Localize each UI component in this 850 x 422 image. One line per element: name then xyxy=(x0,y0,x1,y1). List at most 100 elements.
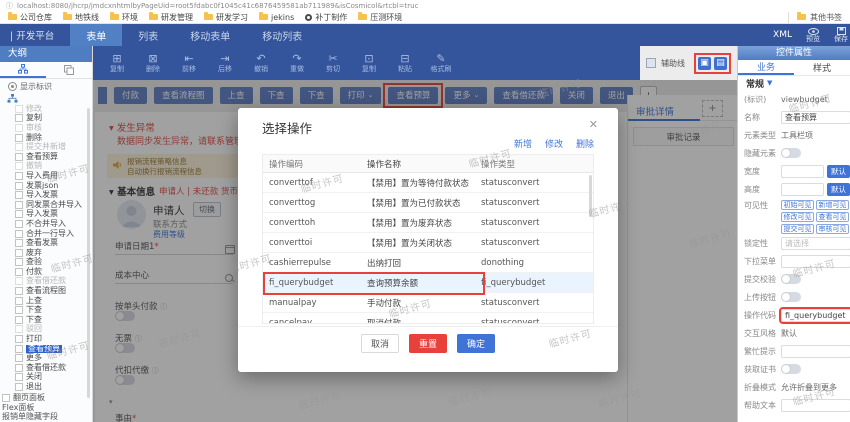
outline-item[interactable]: 查验 xyxy=(15,258,92,268)
property-field-row: 繁忙提示 xyxy=(738,342,850,360)
field-input[interactable] xyxy=(781,399,850,412)
close-icon[interactable]: ✕ xyxy=(589,118,598,131)
visibility-option-button[interactable]: 初始可见 xyxy=(781,200,814,210)
toolbar-tool-button[interactable]: ⊟ 粘贴 xyxy=(387,53,423,73)
dialog-button[interactable]: 确定 xyxy=(457,334,495,353)
dialog-link[interactable]: 删除 xyxy=(576,137,594,150)
table-row[interactable]: converttoi 【禁用】置为关闭状态 statusconvert xyxy=(263,233,593,253)
bookmark-item[interactable]: 压测环境 xyxy=(358,12,402,23)
field-toggle[interactable] xyxy=(781,292,801,302)
visibility-option-button[interactable]: 审核可见 xyxy=(816,224,849,234)
outline-item[interactable]: 驳回 xyxy=(15,325,92,335)
outline-item[interactable]: 打印 xyxy=(15,334,92,344)
xml-button[interactable]: XML xyxy=(773,30,792,40)
nav-tab[interactable]: 列表 xyxy=(122,24,174,46)
outline-root-node[interactable] xyxy=(0,93,92,104)
field-toggle[interactable] xyxy=(781,148,801,158)
outline-item[interactable]: 查看发票 xyxy=(15,238,92,248)
field-input[interactable]: fi_querybudget xyxy=(781,309,850,322)
panel-tab[interactable]: 业务 xyxy=(738,60,794,75)
outline-item[interactable]: 更多 xyxy=(15,353,92,363)
outline-item[interactable]: 导入发票 xyxy=(15,210,92,220)
toolbar-tool-button[interactable]: ✎ 格式刷 xyxy=(423,53,459,73)
outline-panel-item[interactable]: 报销单隐藏字段 xyxy=(0,412,93,422)
visibility-option-button[interactable]: 修改可见 xyxy=(781,212,814,222)
outline-item[interactable]: 导入费用 xyxy=(15,171,92,181)
table-row[interactable]: converttog 【禁用】置为已付款状态 statusconvert xyxy=(263,193,593,213)
guide-lines-checkbox[interactable] xyxy=(646,58,656,68)
panel-tab[interactable]: 样式 xyxy=(794,60,850,75)
dialog-link[interactable]: 修改 xyxy=(545,137,563,150)
nav-tab[interactable]: 移动表单 xyxy=(174,24,246,46)
table-row[interactable]: manualpay 手动付款 statusconvert xyxy=(263,293,593,313)
toolbar-tool-button[interactable]: ⊠ 删除 xyxy=(135,53,171,73)
sidebar-scrollbar[interactable] xyxy=(87,108,90,398)
outline-item[interactable]: 删除 xyxy=(15,133,92,143)
outline-item[interactable]: 提交并新增 xyxy=(15,142,92,152)
dialog-link[interactable]: 新增 xyxy=(514,137,532,150)
bookmark-item[interactable]: 研发管理 xyxy=(149,12,193,23)
outline-item[interactable]: 导入发票 xyxy=(15,190,92,200)
nav-tab[interactable]: 移动列表 xyxy=(246,24,318,46)
toolbar-tool-button[interactable]: ⇥ 后移 xyxy=(207,53,243,73)
toolbar-tool-button[interactable]: ✂ 剪切 xyxy=(315,53,351,73)
field-toggle[interactable] xyxy=(781,364,801,374)
table-row[interactable]: cancelpay 取消付款 statusconvert xyxy=(263,313,593,324)
field-input[interactable] xyxy=(781,345,850,358)
default-button[interactable]: 默认 xyxy=(827,183,850,196)
toolbar-tool-button[interactable]: ⊡ 复制 xyxy=(351,53,387,73)
outline-item[interactable]: 不合并导入 xyxy=(15,219,92,229)
toolbar-tool-button[interactable]: ↷ 重做 xyxy=(279,53,315,73)
default-button[interactable]: 默认 xyxy=(827,165,850,178)
bookmark-item[interactable]: 地铁线 xyxy=(63,12,99,23)
outline-item[interactable]: 发票json xyxy=(15,181,92,191)
outline-item[interactable]: 合并一行导入 xyxy=(15,229,92,239)
form-view-icon-button[interactable]: ▤ xyxy=(714,57,727,70)
toolbar-tool-button[interactable]: ↶ 撤销 xyxy=(243,53,279,73)
outline-item[interactable]: 查看预算 xyxy=(15,344,92,354)
bookmark-item[interactable]: 环境 xyxy=(110,12,138,23)
visibility-option-button[interactable]: 查看可见 xyxy=(816,212,849,222)
table-row[interactable]: converttoh 【禁用】置为废弃状态 statusconvert xyxy=(263,213,593,233)
outline-item[interactable]: 下查 xyxy=(15,305,92,315)
bookmark-item[interactable]: 公司仓库 xyxy=(8,12,52,23)
field-input[interactable] xyxy=(781,183,824,196)
dialog-button[interactable]: 重置 xyxy=(409,334,447,353)
save-button[interactable]: 保存 xyxy=(834,27,848,43)
show-identifier-row[interactable]: 显示标识 xyxy=(0,79,92,93)
preview-button[interactable]: 预览 xyxy=(806,28,820,43)
field-toggle[interactable] xyxy=(781,274,801,284)
outline-item[interactable]: 查看借还款 xyxy=(15,277,92,287)
outline-item[interactable]: 关闭 xyxy=(15,373,92,383)
outline-item[interactable]: 撤销 xyxy=(15,162,92,172)
table-scrollbar[interactable] xyxy=(589,175,592,217)
outline-item[interactable]: 审核 xyxy=(15,123,92,133)
field-input[interactable] xyxy=(781,255,850,268)
outline-item[interactable]: 退出 xyxy=(15,382,92,392)
grid-view-icon-button[interactable]: ▣ xyxy=(698,57,711,70)
outline-item[interactable]: 下查 xyxy=(15,315,92,325)
browser-url-bar[interactable]: ⓘ localhost:8080/jhcrp/jmdcxnhtmlbyPageU… xyxy=(0,0,850,11)
platform-label[interactable]: | 开发平台 xyxy=(10,28,54,42)
general-section-header[interactable]: 常规 ▼ xyxy=(738,76,850,90)
bookmark-item[interactable]: jekins xyxy=(259,13,294,22)
field-input[interactable] xyxy=(781,165,824,178)
other-bookmarks[interactable]: 其他书签 xyxy=(788,12,842,23)
nav-tab[interactable]: 表单 xyxy=(70,24,122,46)
bookmark-item[interactable]: 补丁制作 xyxy=(305,12,347,23)
field-input[interactable]: 请选择 xyxy=(781,237,850,250)
toolbar-tool-button[interactable]: ⊞ 复制 xyxy=(99,53,135,73)
bookmark-item[interactable]: 研发学习 xyxy=(204,12,248,23)
visibility-option-button[interactable]: 提交可见 xyxy=(781,224,814,234)
table-row[interactable]: fi_querybudget 查询预算余额 fi_querybudget xyxy=(263,273,593,293)
field-input[interactable]: 查看预算 xyxy=(781,111,850,124)
outline-item[interactable]: 复制 xyxy=(15,114,92,124)
tree-view-tab[interactable] xyxy=(0,62,46,78)
visibility-option-button[interactable]: 新增可见 xyxy=(816,200,849,210)
outline-item[interactable]: 查看流程图 xyxy=(15,286,92,296)
dialog-button[interactable]: 取消 xyxy=(361,334,399,353)
table-row[interactable]: cashierrepulse 出纳打回 donothing xyxy=(263,253,593,273)
toolbar-tool-button[interactable]: ⇤ 前移 xyxy=(171,53,207,73)
layers-view-tab[interactable] xyxy=(46,62,92,78)
table-row[interactable]: converttof 【禁用】置为等待付款状态 statusconvert xyxy=(263,173,593,193)
